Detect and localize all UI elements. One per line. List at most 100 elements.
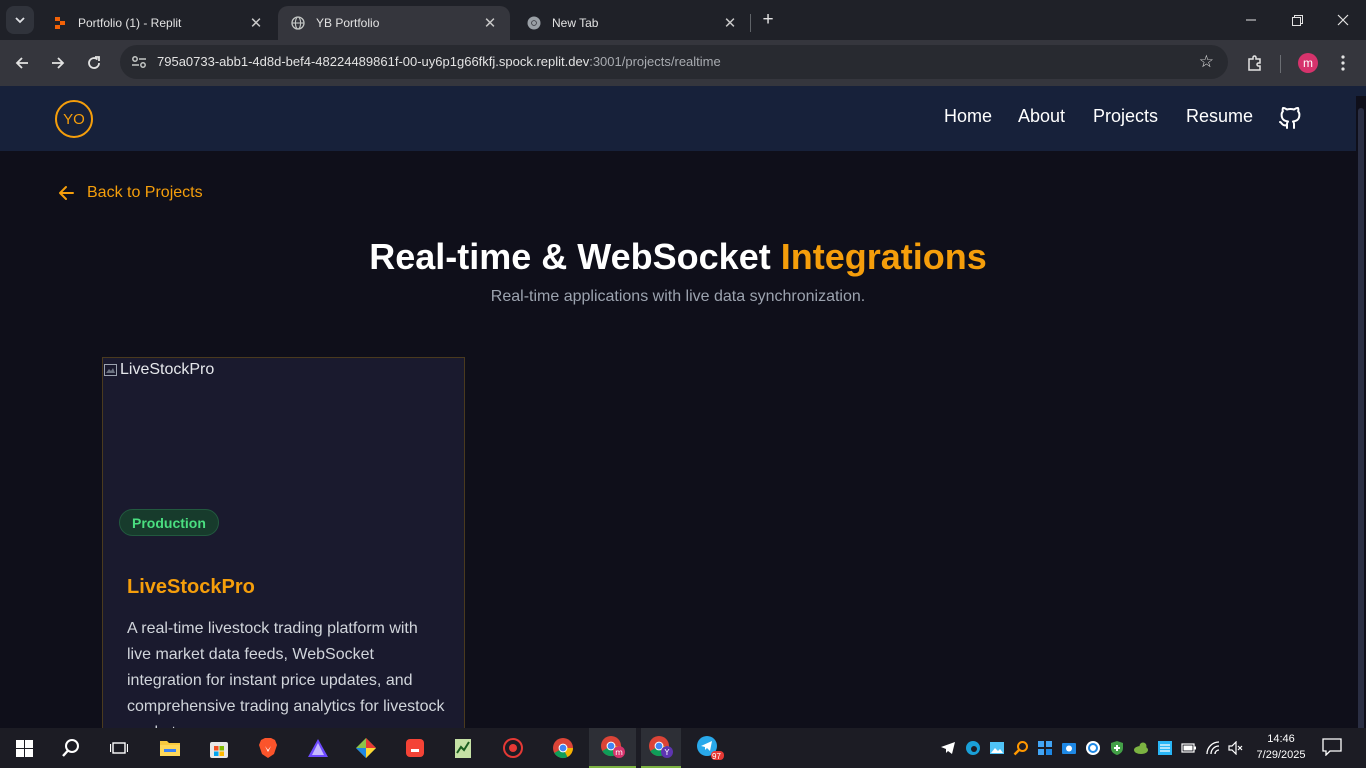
site-navbar: YO Home About Projects Resume — [0, 86, 1366, 151]
telegram-unread-count: 97 — [712, 752, 721, 761]
chrome-profile-icon: m — [600, 736, 625, 758]
chrome-app-button[interactable] — [543, 728, 583, 768]
store-icon — [210, 742, 228, 758]
puzzle-icon — [1248, 55, 1261, 71]
github-icon[interactable] — [1278, 106, 1302, 130]
battery-icon[interactable] — [1181, 740, 1197, 756]
brave-icon — [259, 738, 277, 758]
camera-tray-icon[interactable] — [1061, 740, 1077, 756]
status-badge: Production — [119, 509, 219, 536]
image-alt-text: LiveStockPro — [120, 361, 215, 378]
tab-portfolio-replit[interactable]: Portfolio (1) - Replit ✕ — [40, 6, 276, 40]
project-title[interactable]: LiveStockPro — [127, 576, 255, 599]
page-title: Real-time & WebSocket Integrations — [0, 236, 1356, 278]
web-page: YO Home About Projects Resume Back to Pr… — [0, 86, 1366, 728]
tab-yb-portfolio[interactable]: YB Portfolio ✕ — [278, 6, 510, 40]
svg-text:m: m — [615, 748, 623, 757]
chevron-down-icon — [15, 17, 25, 24]
edge-tray-icon[interactable] — [965, 740, 981, 756]
globe-icon — [290, 15, 306, 31]
plus-icon: + — [762, 9, 774, 30]
arrow-right-icon — [52, 57, 65, 69]
site-settings-icon[interactable] — [130, 53, 148, 71]
reload-icon — [88, 56, 100, 69]
nav-home[interactable]: Home — [944, 106, 992, 127]
red-app-button[interactable] — [395, 728, 435, 768]
tab-search-button[interactable] — [6, 6, 34, 34]
chrome-profile-m-button[interactable]: m — [589, 728, 636, 768]
arrow-left-icon — [15, 57, 28, 69]
project-description: A real-time livestock trading platform w… — [127, 620, 445, 728]
close-tab-icon[interactable]: ✕ — [722, 14, 738, 32]
broken-image-icon — [104, 364, 117, 376]
g-tray-icon[interactable] — [1085, 740, 1101, 756]
profile-avatar[interactable]: m — [1298, 53, 1318, 73]
chrome-profile-icon: Y — [649, 736, 673, 758]
proton-vpn-button[interactable] — [298, 728, 338, 768]
forward-button[interactable] — [45, 50, 71, 76]
extensions-button[interactable] — [1242, 50, 1268, 76]
close-tab-icon[interactable]: ✕ — [248, 14, 264, 32]
back-link-label: Back to Projects — [87, 184, 203, 201]
search-button[interactable] — [51, 728, 91, 768]
brave-browser-button[interactable] — [248, 728, 288, 768]
restore-icon — [1291, 14, 1303, 26]
broken-image: LiveStockPro — [103, 361, 214, 379]
browser-menu-button[interactable] — [1334, 50, 1352, 76]
chrome-profile-y-button[interactable]: Y — [641, 728, 681, 768]
tab-title: Portfolio (1) - Replit — [78, 16, 182, 30]
shield-tray-icon[interactable] — [1109, 740, 1125, 756]
clock-date: 7/29/2025 — [1256, 749, 1306, 761]
browser-toolbar: 795a0733-abb1-4d8d-bef4-48224489861f-00-… — [0, 40, 1366, 86]
diamond-app-icon — [356, 738, 376, 758]
notification-center-icon[interactable] — [1322, 738, 1344, 758]
cloud-tray-icon[interactable] — [1133, 740, 1149, 756]
chrome-icon — [553, 738, 574, 759]
address-bar[interactable]: 795a0733-abb1-4d8d-bef4-48224489861f-00-… — [120, 45, 1228, 79]
minimize-icon — [1246, 19, 1256, 21]
page-title-main: Real-time & WebSocket — [369, 236, 771, 277]
bookmark-star-icon[interactable]: ☆ — [1199, 52, 1214, 72]
nav-projects[interactable]: Projects — [1093, 106, 1158, 127]
chart-app-icon — [455, 739, 471, 758]
back-to-projects-link[interactable]: Back to Projects — [56, 183, 203, 203]
close-tab-icon[interactable]: ✕ — [482, 14, 498, 32]
volume-muted-icon[interactable] — [1228, 740, 1244, 756]
telegram-tray-icon[interactable] — [940, 740, 956, 756]
security-app-button[interactable] — [493, 728, 533, 768]
git-app-button[interactable] — [346, 728, 386, 768]
page-scrollbar[interactable] — [1356, 96, 1366, 728]
photos-tray-icon[interactable] — [989, 740, 1005, 756]
tab-title: New Tab — [552, 16, 599, 30]
more-vertical-icon — [1341, 55, 1345, 71]
clock-time: 14:46 — [1267, 733, 1295, 745]
arrow-left-icon — [59, 186, 74, 200]
tab-title: YB Portfolio — [316, 16, 380, 30]
grid-tray-icon[interactable] — [1037, 740, 1053, 756]
site-logo[interactable]: YO — [55, 100, 93, 138]
project-card[interactable]: LiveStockPro Production LiveStockPro A r… — [102, 357, 465, 728]
wifi-icon[interactable] — [1205, 740, 1221, 756]
start-button[interactable] — [4, 728, 44, 768]
scrollbar-thumb[interactable] — [1358, 108, 1364, 728]
nav-resume[interactable]: Resume — [1186, 106, 1253, 127]
project-image: LiveStockPro — [103, 358, 464, 498]
reload-button[interactable] — [81, 50, 107, 76]
microsoft-store-button[interactable] — [199, 728, 239, 768]
back-button[interactable] — [9, 50, 35, 76]
restore-button[interactable] — [1274, 0, 1320, 40]
minimize-button[interactable] — [1228, 0, 1274, 40]
page-subtitle: Real-time applications with live data sy… — [490, 288, 866, 305]
nav-about[interactable]: About — [1018, 106, 1065, 127]
tab-new-tab[interactable]: New Tab ✕ — [514, 6, 750, 40]
close-window-button[interactable] — [1320, 0, 1366, 40]
task-view-button[interactable] — [99, 728, 139, 768]
search-tray-icon[interactable] — [1013, 740, 1029, 756]
file-explorer-button[interactable] — [150, 728, 190, 768]
notepad-app-button[interactable] — [443, 728, 483, 768]
telegram-button[interactable]: 97 — [690, 728, 730, 768]
network-tray-icon[interactable] — [1157, 740, 1173, 756]
system-clock[interactable]: 14:46 7/29/2025 — [1253, 731, 1309, 763]
taskbar: m Y 97 14:46 7/29/2025 — [0, 728, 1366, 768]
new-tab-button[interactable]: + — [757, 9, 779, 31]
